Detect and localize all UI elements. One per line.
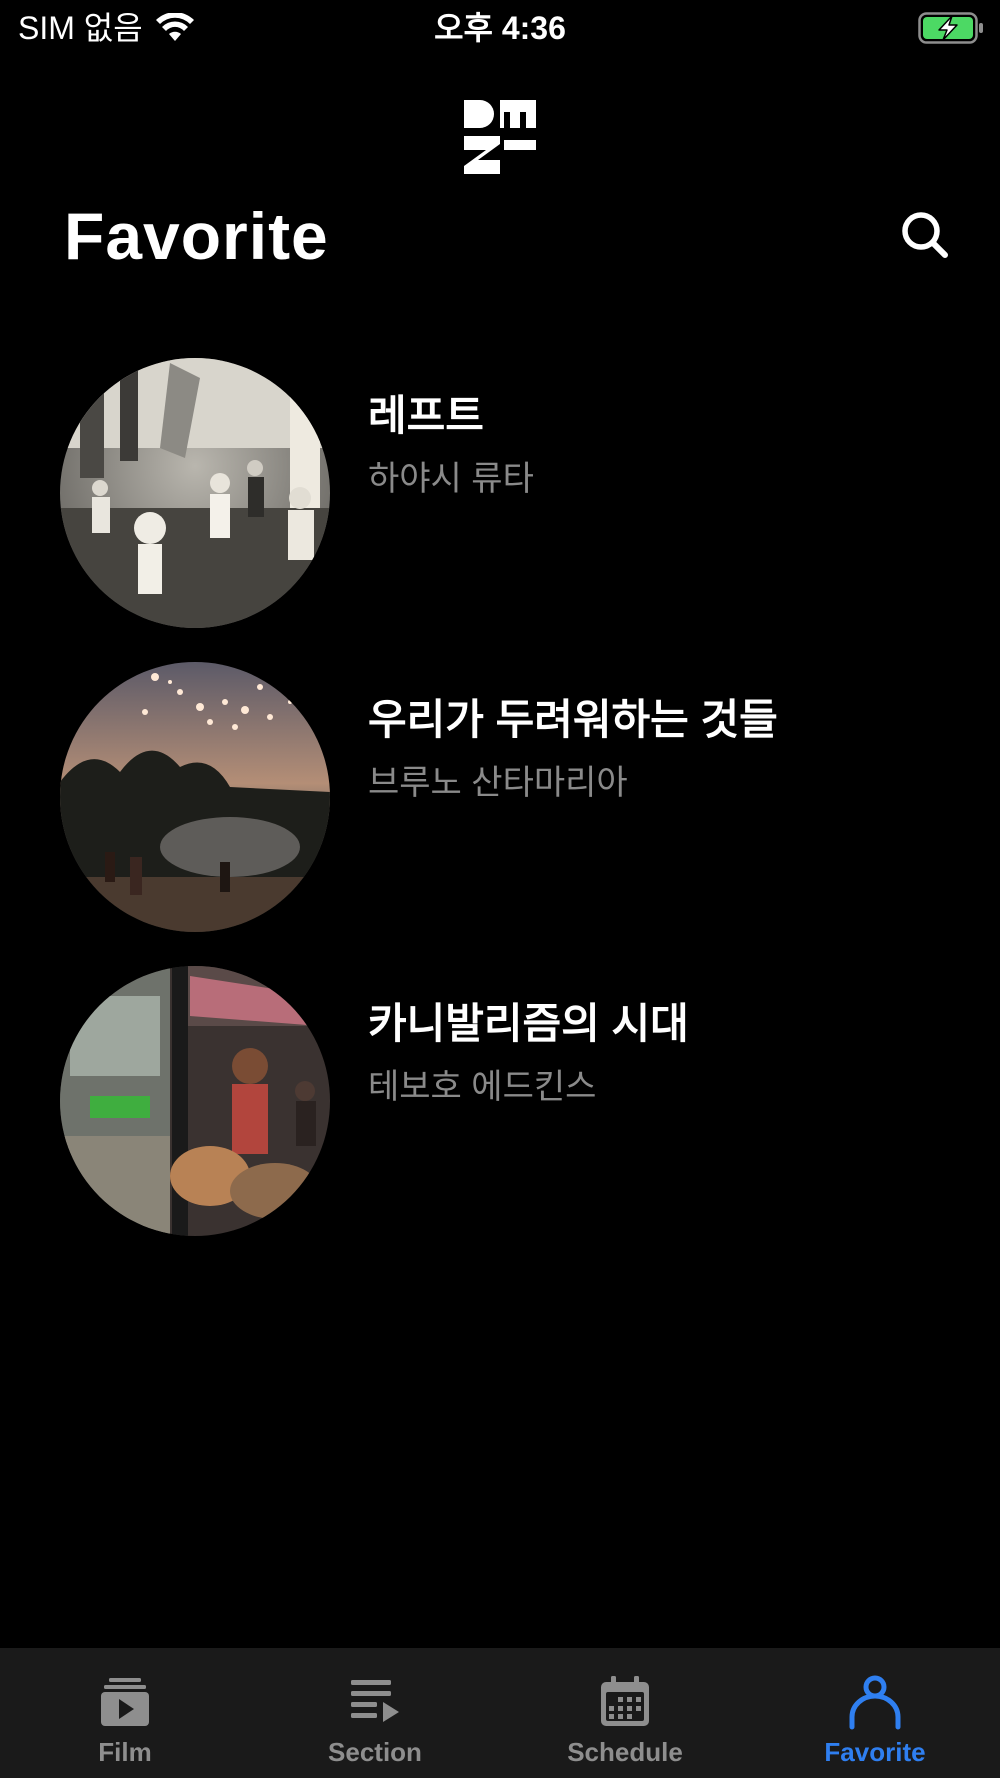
tab-label: Section [328,1737,422,1767]
person-icon [849,1675,901,1730]
status-bar: SIM 없음 오후 4:36 [0,0,1000,54]
film-icon [101,1678,149,1726]
tab-film[interactable]: Film [0,1648,250,1778]
favorite-item[interactable]: 레프트 하야시 류타 [0,358,1000,628]
tab-label: Favorite [824,1737,926,1767]
favorite-item[interactable]: 우리가 두려워하는 것들 브루노 산타마리아 [0,662,1000,932]
favorite-item[interactable]: 카니발리즘의 시대 테보호 에드킨스 [0,966,1000,1236]
page-title: Favorite [64,199,329,273]
film-title: 카니발리즘의 시대 [368,1000,689,1047]
search-icon [902,212,948,258]
section-list-icon [351,1680,399,1722]
film-director: 브루노 산타마리아 [368,764,628,802]
film-title: 우리가 두려워하는 것들 [368,696,778,743]
tab-bar: Film Section Schedule Favorite [0,1648,1000,1778]
calendar-icon [601,1676,649,1726]
search-button[interactable] [898,208,952,262]
dmz-logo [464,100,536,174]
film-poster-thumbnail [60,966,330,1236]
film-poster-thumbnail [60,662,330,932]
battery-charging-icon [918,12,983,44]
tab-label: Film [98,1737,152,1767]
tab-favorite[interactable]: Favorite [750,1648,1000,1778]
film-poster-thumbnail [60,358,330,628]
status-time: 오후 4:36 [434,10,566,46]
film-director: 하야시 류타 [368,460,534,498]
tab-label: Schedule [567,1737,683,1767]
film-title: 레프트 [368,392,484,439]
tab-schedule[interactable]: Schedule [500,1648,750,1778]
film-director: 테보호 에드킨스 [368,1068,597,1106]
tab-section[interactable]: Section [250,1648,500,1778]
